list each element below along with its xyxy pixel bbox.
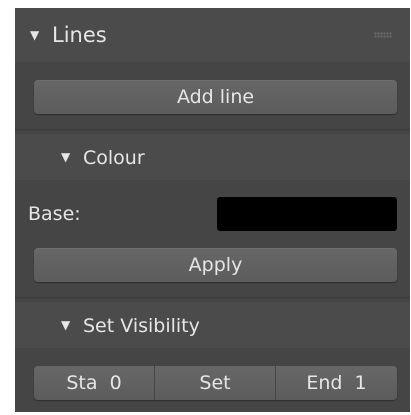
start-frame-field[interactable]: Sta 0 (34, 366, 154, 400)
end-field-value: 1 (354, 372, 367, 394)
visibility-button-group: Sta 0 Set End 1 (34, 366, 397, 400)
set-visibility-subpanel-title: Set Visibility (83, 315, 200, 337)
base-color-label: Base: (28, 203, 81, 225)
expanded-triangle-icon[interactable]: ▼ (61, 319, 70, 331)
panel-title: Lines (52, 23, 107, 47)
add-line-button[interactable]: Add line (34, 80, 397, 114)
start-field-label: Sta (66, 372, 98, 394)
start-field-value: 0 (109, 372, 122, 394)
screenshot-frame: ▼ Lines Add line ▼ Colour Base: Apply ▼ … (0, 0, 411, 415)
expanded-triangle-icon[interactable]: ▼ (30, 29, 39, 41)
set-visibility-subpanel-header[interactable]: ▼ Set Visibility (15, 302, 410, 348)
divider (15, 297, 410, 298)
apply-button[interactable]: Apply (34, 248, 397, 282)
end-field-label: End (306, 372, 343, 394)
colour-subpanel-header[interactable]: ▼ Colour (15, 134, 410, 180)
base-color-swatch[interactable] (217, 197, 397, 231)
lines-panel-header[interactable]: ▼ Lines (15, 8, 410, 62)
end-frame-field[interactable]: End 1 (276, 366, 397, 400)
drag-handle-icon[interactable] (374, 32, 392, 38)
colour-subpanel-title: Colour (83, 147, 145, 169)
divider (15, 129, 410, 130)
expanded-triangle-icon[interactable]: ▼ (61, 151, 70, 163)
lines-panel: ▼ Lines Add line ▼ Colour Base: Apply ▼ … (15, 8, 410, 412)
set-visibility-button[interactable]: Set (155, 366, 275, 400)
